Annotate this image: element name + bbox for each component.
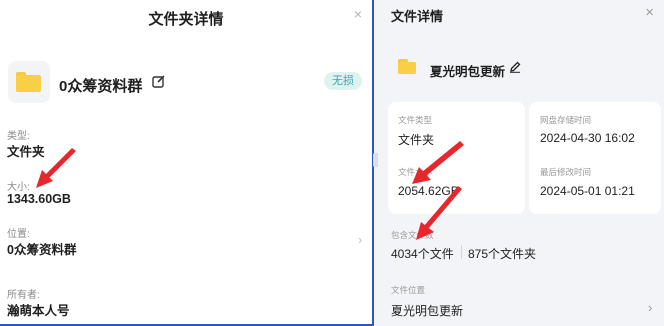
modified-time-label: 最后修改时间: [540, 167, 592, 177]
folder-name: 0众筹资料群: [59, 78, 143, 95]
folder-icon: [398, 59, 416, 74]
size-value: 1343.60GB: [7, 192, 71, 206]
chevron-right-icon[interactable]: ›: [358, 232, 362, 247]
panel-title: 文件夹详情: [148, 11, 224, 28]
contains-label: 包含文件数: [391, 230, 434, 240]
stored-time-label: 网盘存储时间: [540, 115, 592, 125]
separator: [461, 245, 462, 259]
edit-icon[interactable]: [152, 75, 165, 88]
folder-icon: [16, 72, 41, 92]
close-icon[interactable]: ×: [354, 6, 362, 22]
file-size-value: 2054.62GB: [398, 184, 459, 198]
file-type-value: 文件夹: [398, 133, 435, 147]
panel-title: 文件详情: [391, 9, 444, 24]
file-location-label: 文件位置: [391, 285, 426, 295]
chevron-right-icon[interactable]: ›: [648, 300, 652, 315]
file-size-label: 文件大小: [398, 167, 433, 177]
stored-time-value: 2024-04-30 16:02: [540, 131, 635, 145]
file-details-panel-right: 文件详情 × 夏光明包更新 文件类型 文件夹 网盘存储时间 2024-04-30…: [378, 0, 664, 326]
files-count: 4034个文件: [391, 247, 454, 261]
location-label: 位置:: [7, 229, 30, 240]
edit-icon[interactable]: [509, 61, 521, 73]
folder-name: 夏光明包更新: [430, 65, 506, 79]
folders-count: 875个文件夹: [468, 247, 537, 261]
type-label: 类型:: [7, 131, 30, 142]
location-value[interactable]: 0众筹资料群: [7, 239, 76, 258]
file-type-label: 文件类型: [398, 115, 433, 125]
close-icon[interactable]: ×: [645, 4, 654, 21]
type-value: 文件夹: [7, 145, 45, 159]
folder-details-panel-left: 文件夹详情 × 0众筹资料群 无损 类型: 文件夹 大小: 1343.60GB …: [0, 0, 374, 326]
owner-label: 所有者:: [7, 290, 40, 301]
folder-icon-box: [8, 61, 50, 103]
lossless-badge: 无损: [324, 72, 362, 90]
owner-value: 瀚萌本人号: [7, 304, 70, 318]
file-location-value[interactable]: 夏光明包更新: [391, 302, 463, 319]
modified-time-value: 2024-05-01 01:21: [540, 184, 635, 198]
size-label: 大小:: [7, 182, 30, 193]
